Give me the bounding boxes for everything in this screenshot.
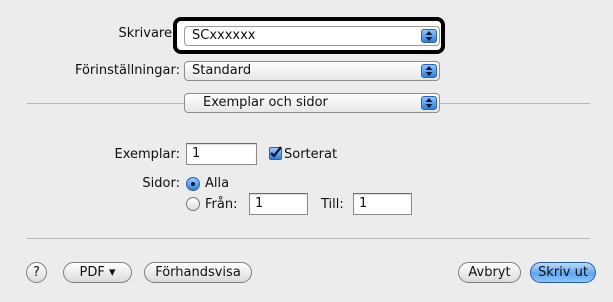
presets-popup-value: Standard	[192, 63, 252, 78]
printer-popup-value: SCxxxxxx	[192, 28, 256, 43]
presets-popup[interactable]: Standard	[184, 61, 440, 81]
print-button[interactable]: Skriv ut	[530, 262, 596, 283]
pages-all-label: Alla	[205, 176, 230, 191]
cancel-button[interactable]: Avbryt	[458, 262, 521, 283]
pages-from-label: Från:	[205, 197, 238, 212]
section-popup-value: Exemplar och sidor	[203, 95, 328, 110]
printer-popup[interactable]: SCxxxxxx	[184, 26, 440, 46]
help-button[interactable]: ?	[26, 262, 47, 283]
updown-arrows-icon	[421, 64, 437, 78]
preview-button[interactable]: Förhandsvisa	[144, 262, 252, 283]
pdf-button[interactable]: PDF ▾	[63, 262, 132, 283]
collate-checkbox[interactable]	[269, 146, 282, 160]
copies-label: Exemplar:	[114, 147, 181, 162]
updown-arrows-icon	[421, 29, 437, 43]
pages-to-label: Till:	[321, 197, 344, 212]
checkmark-icon	[270, 146, 282, 158]
section-popup[interactable]: Exemplar och sidor	[184, 93, 440, 113]
pages-from-field[interactable]: 1	[249, 193, 308, 215]
pages-label: Sidor:	[142, 176, 180, 191]
collate-label: Sorterat	[284, 147, 338, 162]
updown-arrows-icon	[421, 96, 437, 110]
pages-to-field[interactable]: 1	[353, 193, 412, 215]
presets-label: Förinställningar:	[74, 63, 180, 78]
pages-range-radio[interactable]	[186, 197, 200, 211]
pages-all-radio[interactable]	[186, 177, 200, 191]
copies-field[interactable]: 1	[186, 143, 257, 165]
printer-label: Skrivare	[118, 26, 172, 41]
section-separator-left	[27, 103, 184, 104]
footer-separator	[27, 238, 590, 239]
section-separator-right	[440, 103, 590, 104]
